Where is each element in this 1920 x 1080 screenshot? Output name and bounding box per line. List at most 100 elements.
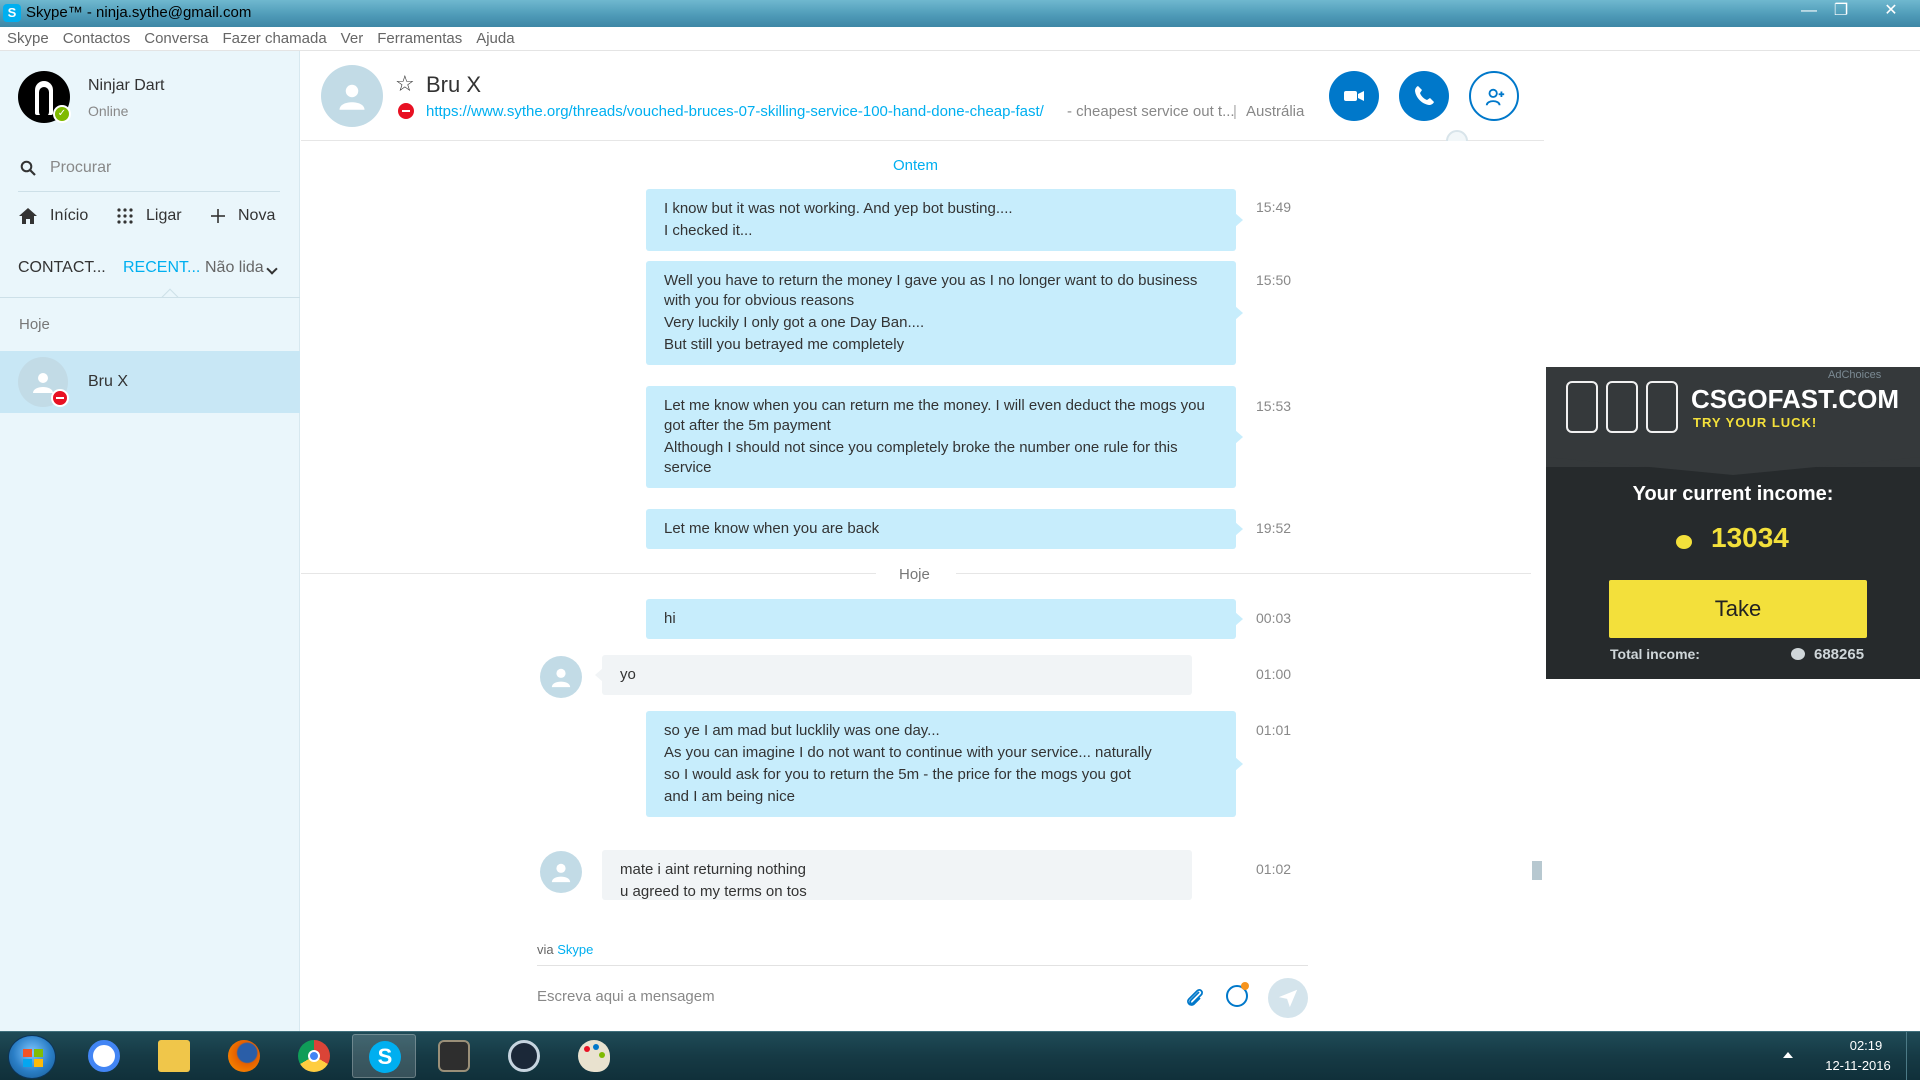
ad-total-value: 688265 [1814, 646, 1865, 663]
message-bubble-incoming[interactable]: yo [595, 655, 1192, 695]
world-of-tanks-icon [438, 1040, 470, 1072]
coin-icon [1791, 648, 1805, 660]
taskbar: S 02:19 12-11-2016 [0, 1031, 1920, 1080]
message-text: hi [664, 610, 676, 627]
section-header-today: Hoje [19, 316, 50, 333]
menu-ajuda[interactable]: Ajuda [469, 27, 521, 48]
message-bubble-outgoing[interactable]: Let me know when you are back [646, 509, 1243, 549]
taskbar-paint[interactable] [562, 1034, 626, 1078]
message-bubble-incoming[interactable]: mate i aint returning nothing u agreed t… [602, 850, 1192, 900]
close-icon: ✕ [1884, 2, 1898, 19]
advertisement-panel[interactable]: AdChoices CSGOFAST.COM TRY YOUR LUCK! Yo… [1546, 367, 1920, 679]
add-participant-button[interactable] [1469, 71, 1519, 121]
divider [537, 965, 1308, 966]
taskbar-skype[interactable]: S [352, 1034, 416, 1078]
via-skype-link[interactable]: Skype [557, 942, 593, 957]
message-text: I know but it was not working. And yep b… [664, 200, 1013, 217]
search-label: Procurar [50, 159, 112, 176]
message-timestamp: 15:50 [1256, 272, 1292, 288]
sidebar-nav: Início Ligar Nova [18, 201, 288, 231]
close-button[interactable]: ✕ [1868, 0, 1914, 22]
plus-icon [211, 209, 225, 223]
message-timestamp: 15:49 [1256, 199, 1292, 215]
menu-ferramentas[interactable]: Ferramentas [370, 27, 469, 48]
menu-fazer-chamada[interactable]: Fazer chamada [215, 27, 333, 48]
taskbar-firefox[interactable] [212, 1034, 276, 1078]
ad-tagline: TRY YOUR LUCK! [1693, 415, 1818, 430]
tab-recent[interactable]: RECENT... [123, 259, 200, 277]
message-text: mate i aint returning nothing [620, 861, 806, 878]
peer-avatar[interactable] [321, 65, 383, 127]
message-text: Let me know when you are back [664, 520, 880, 537]
taskbar-world-of-tanks[interactable] [422, 1034, 486, 1078]
message-timestamp: 00:03 [1256, 610, 1292, 626]
google-icon [88, 1040, 120, 1072]
peer-name[interactable]: Bru X [426, 72, 481, 98]
peer-avatar-small[interactable] [540, 851, 582, 893]
tab-unread[interactable]: Não lida [205, 259, 264, 277]
chat-header: ☆ Bru X https://www.sythe.org/threads/vo… [301, 51, 1544, 141]
ad-income-label: Your current income: [1632, 483, 1834, 505]
video-call-button[interactable] [1329, 71, 1379, 121]
add-person-icon [1485, 88, 1505, 106]
peer-avatar-small[interactable] [540, 656, 582, 698]
taskbar-chrome[interactable] [282, 1034, 346, 1078]
person-icon [551, 863, 571, 883]
take-button[interactable]: Take [1609, 580, 1867, 638]
menu-contactos[interactable]: Contactos [56, 27, 138, 48]
knife-icon [1646, 381, 1678, 433]
tab-contacts[interactable]: CONTACT... [18, 259, 106, 277]
start-button[interactable] [8, 1035, 56, 1079]
clock-date[interactable]: 12-11-2016 [1818, 1058, 1898, 1073]
clock-time[interactable]: 02:19 [1836, 1038, 1896, 1053]
message-text: Let me know when you can return me the m… [664, 397, 1205, 434]
coin-icon [1676, 535, 1692, 549]
menu-bar: Skype Contactos Conversa Fazer chamada Ver Fe… [0, 27, 1920, 51]
message-timestamp: 01:00 [1256, 666, 1292, 682]
busy-status-icon [51, 389, 69, 407]
via-skype: via Skype [537, 942, 593, 957]
search-box[interactable]: Procurar [18, 156, 280, 192]
message-text: so ye I am mad but lucklily was one day.… [664, 722, 940, 739]
send-icon [1278, 989, 1298, 1008]
ad-brand: CSGOFAST.COM [1691, 384, 1900, 414]
contact-item-bru-x[interactable]: Bru X [0, 351, 300, 413]
user-name[interactable]: Ninjar Dart [88, 77, 164, 95]
maximize-button[interactable]: ❐ [1822, 0, 1860, 22]
message-input[interactable] [537, 982, 1157, 1010]
send-button[interactable] [1268, 978, 1308, 1018]
scrollbar-thumb[interactable] [1532, 861, 1542, 880]
ad-choices-label[interactable]: AdChoices [1828, 369, 1881, 381]
skype-icon: S [369, 1041, 401, 1073]
message-bubble-outgoing[interactable]: Well you have to return the money I gave… [646, 261, 1243, 365]
menu-ver[interactable]: Ver [334, 27, 371, 48]
tray-expand-icon[interactable] [1783, 1052, 1793, 1058]
taskbar-google[interactable] [72, 1034, 136, 1078]
taskbar-explorer[interactable] [142, 1034, 206, 1078]
sidebar: ✓ Ninjar Dart Online Procurar Início Lig… [0, 51, 300, 1031]
chrome-icon [298, 1040, 330, 1072]
notification-dot [1241, 982, 1249, 990]
audio-call-button[interactable] [1399, 71, 1449, 121]
firefox-icon [228, 1040, 260, 1072]
menu-skype[interactable]: Skype [0, 27, 56, 48]
taskbar-steam[interactable] [492, 1034, 556, 1078]
day-separator-today: Hoje [899, 566, 930, 583]
menu-conversa[interactable]: Conversa [137, 27, 215, 48]
chevron-down-icon[interactable] [266, 263, 278, 275]
message-bubble-outgoing[interactable]: hi [646, 599, 1243, 639]
search-icon [20, 160, 36, 176]
user-status[interactable]: Online [88, 103, 128, 119]
message-bubble-outgoing[interactable]: Let me know when you can return me the m… [646, 386, 1243, 488]
message-bubble-outgoing[interactable]: so ye I am mad but lucklily was one day.… [646, 711, 1243, 817]
nav-home-label: Início [50, 207, 89, 224]
maximize-icon: ❐ [1833, 2, 1849, 19]
sidebar-tabs: CONTACT... RECENT... Não lida [18, 251, 288, 306]
mood-link[interactable]: https://www.sythe.org/threads/vouched-br… [426, 103, 1044, 120]
message-text: As you can imagine I do not want to cont… [664, 744, 1152, 761]
star-icon[interactable]: ☆ [395, 71, 415, 97]
ad-total-label: Total income: [1610, 646, 1700, 662]
message-bubble-outgoing[interactable]: I know but it was not working. And yep b… [646, 189, 1243, 251]
paperclip-icon[interactable] [1183, 986, 1207, 1010]
show-desktop-button[interactable] [1906, 1032, 1920, 1080]
